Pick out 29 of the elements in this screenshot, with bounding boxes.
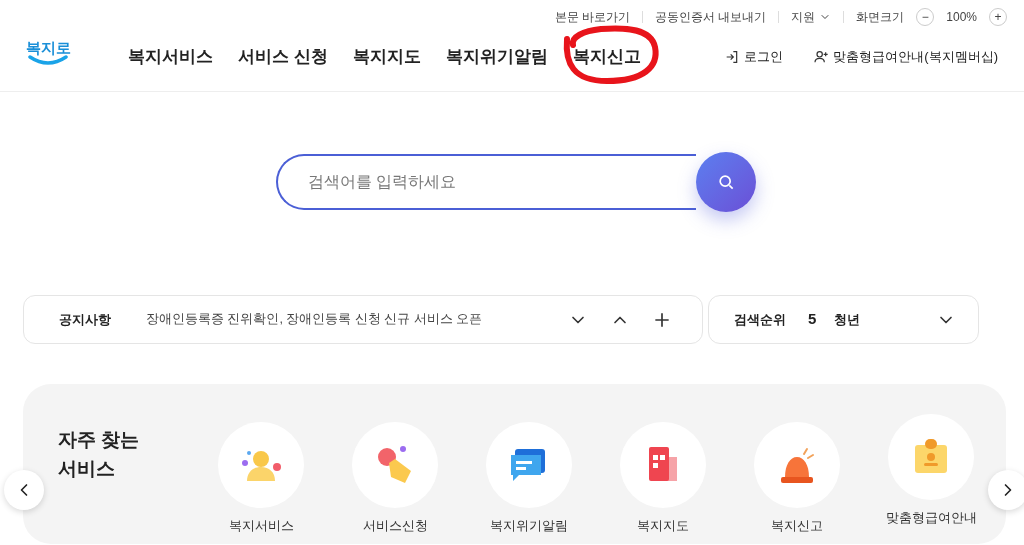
service-label[interactable]: 복지신고 [771, 516, 823, 536]
notice-label: 공지사항 [59, 310, 112, 329]
ranking-number: 5 [808, 309, 817, 330]
nav-item[interactable]: 복지지도 [352, 46, 421, 66]
user-plus-icon [813, 48, 830, 65]
search-icon [716, 172, 736, 192]
notice-text[interactable]: 장애인등록증 진위확인, 장애인등록 신청 신규 서비스 오픈 [146, 310, 483, 329]
search-button[interactable] [696, 152, 756, 212]
section-title: 자주 찾는 서비스 [58, 428, 141, 481]
membership-link[interactable]: 맞춤형급여안내(복지멤버십) [813, 46, 998, 67]
nav-item[interactable]: 복지서비스 [128, 46, 213, 66]
utility-link[interactable]: 공동인증서 내보내기 [654, 8, 767, 26]
ranking-label: 검색순위 [734, 310, 786, 329]
service-label[interactable]: 맞춤형급여안내 [885, 508, 977, 528]
login-link[interactable]: 로그인 [724, 46, 784, 67]
service-label[interactable]: 복지지도 [637, 516, 689, 536]
service-label[interactable]: 복지위기알림 [490, 516, 568, 536]
ranking-term[interactable]: 청년 [834, 309, 861, 330]
nav-item[interactable]: 복지위기알림 [445, 46, 548, 66]
service-label[interactable]: 복지서비스 [228, 516, 294, 536]
service-label[interactable]: 서비스신청 [362, 516, 428, 536]
zoom-label: 화면크기 [856, 9, 905, 26]
utility-link[interactable]: 본문 바로가기 [554, 8, 630, 26]
nav-item[interactable]: 복지신고 [572, 46, 641, 66]
zoom-value: 100% [946, 9, 977, 26]
search-field[interactable]: 검색어를 입력하세요 [276, 154, 696, 210]
nav-item[interactable]: 서비스 신청 [238, 46, 328, 66]
support-dropdown[interactable]: 지원 [791, 8, 832, 26]
logo[interactable]: 복지로 [24, 40, 72, 65]
